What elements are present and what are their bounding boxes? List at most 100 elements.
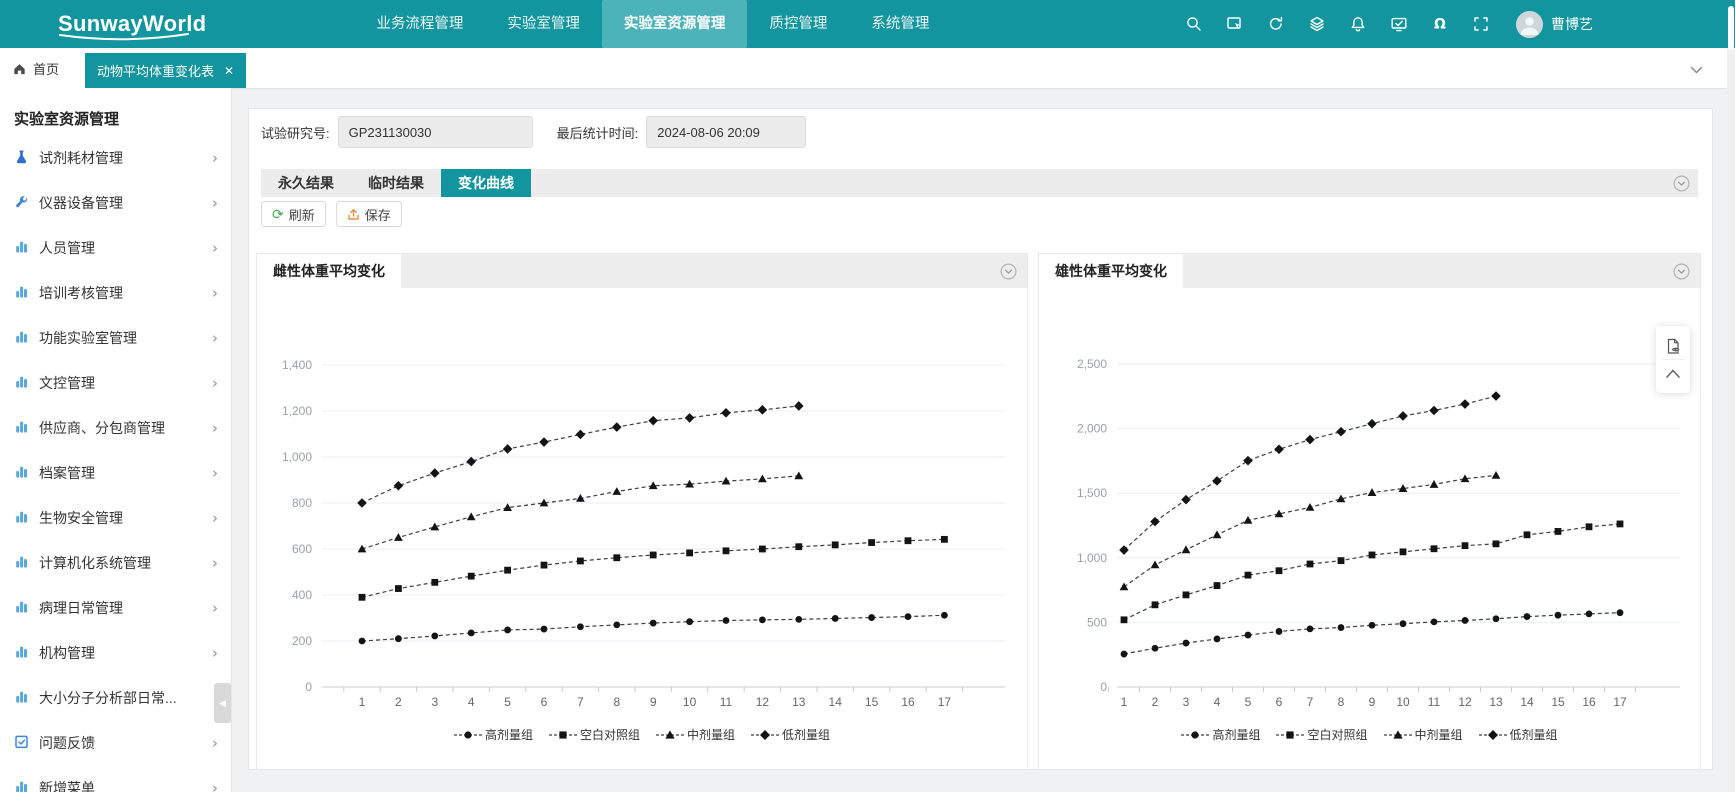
svg-text:1,000: 1,000 (282, 450, 312, 464)
monitor-edit-icon[interactable] (1390, 15, 1408, 33)
tabs-collapse-button[interactable] (1690, 62, 1703, 80)
female-chart-title: 雌性体重平均变化 (257, 254, 401, 288)
nav-item[interactable]: 业务流程管理 (354, 0, 485, 48)
omega-icon[interactable]: Ω (1431, 15, 1449, 33)
last-stat-time-label: 最后统计时间: (557, 123, 639, 142)
sidebar-item-label: 病理日常管理 (39, 598, 123, 618)
nav-item[interactable]: 系统管理 (849, 0, 951, 48)
study-number-input[interactable] (338, 116, 533, 148)
close-icon[interactable]: ✕ (224, 65, 234, 77)
sidebar-item-label: 培训考核管理 (39, 283, 123, 303)
chevron-right-icon: › (212, 734, 218, 752)
legend-label: 空白对照组 (1307, 726, 1367, 743)
legend-label: 高剂量组 (1212, 726, 1260, 743)
section-collapse-button[interactable] (1673, 175, 1690, 192)
bar-chart-icon (14, 509, 29, 527)
triangle-legend-marker-icon (656, 729, 684, 741)
female-weight-chart-panel: 雌性体重平均变化 02004006008001,0001,2001,400123… (256, 253, 1028, 770)
avatar[interactable] (1516, 11, 1543, 38)
fullscreen-icon[interactable] (1472, 15, 1490, 33)
panel-collapse-button[interactable] (1673, 263, 1690, 280)
sidebar-item[interactable]: 病理日常管理› (0, 585, 231, 630)
bar-chart-icon (14, 284, 29, 302)
main-panel: 试验研究号: 最后统计时间: 永久结果临时结果变化曲线 ⟳ 刷新 保存 雌性体重… (248, 108, 1713, 770)
legend-item[interactable]: 高剂量组 (1181, 726, 1260, 743)
save-button[interactable]: 保存 (336, 201, 402, 227)
sidebar-item[interactable]: 生物安全管理› (0, 495, 231, 540)
sidebar-item[interactable]: 供应商、分包商管理› (0, 405, 231, 450)
legend-label: 低剂量组 (782, 726, 830, 743)
svg-text:9: 9 (650, 695, 657, 709)
result-tab[interactable]: 永久结果 (261, 169, 351, 197)
restore-button[interactable] (1662, 359, 1684, 386)
sidebar-collapse-handle[interactable]: ◀ (214, 683, 231, 723)
layers-icon[interactable] (1308, 15, 1326, 33)
search-icon[interactable] (1185, 15, 1203, 33)
chevron-right-icon: › (212, 779, 218, 792)
svg-text:15: 15 (865, 695, 879, 709)
sidebar-item[interactable]: 人员管理› (0, 225, 231, 270)
svg-text:6: 6 (1276, 695, 1283, 709)
nav-item[interactable]: 实验室管理 (485, 0, 602, 48)
last-stat-time-input[interactable] (646, 116, 806, 148)
bar-chart-icon (14, 689, 29, 707)
male-weight-line-chart: 05001,0001,5002,0002,5001234567891011121… (1039, 288, 1700, 771)
reagent-icon (14, 149, 29, 167)
female-weight-line-chart: 02004006008001,0001,2001,400123456789101… (257, 288, 1027, 771)
sidebar-item[interactable]: 计算机化系统管理› (0, 540, 231, 585)
panel-collapse-button[interactable] (1000, 263, 1017, 280)
user-name[interactable]: 曹博艺 (1551, 14, 1593, 34)
svg-text:13: 13 (792, 695, 806, 709)
sidebar-item[interactable]: 档案管理› (0, 450, 231, 495)
sidebar-item[interactable]: 试剂耗材管理› (0, 135, 231, 180)
nav-item[interactable]: 质控管理 (747, 0, 849, 48)
chevron-right-icon: › (212, 644, 218, 662)
legend-item[interactable]: 空白对照组 (549, 726, 640, 743)
sidebar-item[interactable]: 问题反馈› (0, 720, 231, 765)
legend-item[interactable]: 空白对照组 (1276, 726, 1367, 743)
data-view-button[interactable] (1662, 333, 1684, 359)
result-tab[interactable]: 临时结果 (351, 169, 441, 197)
sidebar-item[interactable]: 大小分子分析部日常... (0, 675, 231, 720)
app-logo[interactable]: SunwayWorld (58, 0, 206, 48)
legend-item[interactable]: 高剂量组 (454, 726, 533, 743)
sidebar-items: 试剂耗材管理›仪器设备管理›人员管理›培训考核管理›功能实验室管理›文控管理›供… (0, 135, 231, 792)
home-tab-label: 首页 (33, 59, 59, 78)
svg-text:17: 17 (938, 695, 952, 709)
legend-item[interactable]: 中剂量组 (656, 726, 735, 743)
user-area[interactable]: 曹博艺 (1516, 11, 1593, 38)
legend-item[interactable]: 低剂量组 (1479, 726, 1558, 743)
svg-text:500: 500 (1087, 615, 1107, 629)
nav-item[interactable]: 实验室资源管理 (602, 0, 748, 48)
circle-chevron-down-icon (1000, 263, 1017, 280)
sidebar-item[interactable]: 培训考核管理 › (0, 270, 231, 315)
bar-chart-icon (14, 464, 29, 482)
legend-item[interactable]: 低剂量组 (751, 726, 830, 743)
result-tab[interactable]: 变化曲线 (441, 169, 531, 197)
refresh-button[interactable]: ⟳ 刷新 (261, 201, 326, 227)
svg-text:3: 3 (431, 695, 438, 709)
sidebar-item[interactable]: 功能实验室管理› (0, 315, 231, 360)
sidebar-item[interactable]: 文控管理› (0, 360, 231, 405)
sidebar-item[interactable]: 仪器设备管理› (0, 180, 231, 225)
sidebar-item[interactable]: 新增菜单› (0, 765, 231, 792)
page-tab-active[interactable]: 动物平均体重变化表 ✕ (85, 53, 246, 88)
svg-text:13: 13 (1489, 695, 1503, 709)
svg-text:14: 14 (829, 695, 843, 709)
svg-text:16: 16 (1582, 695, 1596, 709)
chevron-right-icon: › (212, 194, 218, 212)
refresh-icon[interactable] (1267, 15, 1285, 33)
app-window-icon[interactable] (1226, 15, 1244, 33)
svg-text:3: 3 (1183, 695, 1190, 709)
page-scrollbar-thumb[interactable] (1728, 6, 1734, 50)
save-icon (347, 208, 360, 221)
page-scrollbar[interactable] (1727, 48, 1735, 792)
legend-item[interactable]: 中剂量组 (1384, 726, 1463, 743)
svg-text:9: 9 (1369, 695, 1376, 709)
bell-icon[interactable] (1349, 15, 1367, 33)
chevron-right-icon: › (212, 284, 218, 302)
home-tab[interactable]: 首页 (0, 48, 71, 88)
sidebar-item-label: 人员管理 (39, 238, 95, 258)
bar-chart-icon (14, 419, 29, 437)
sidebar-item[interactable]: 机构管理› (0, 630, 231, 675)
